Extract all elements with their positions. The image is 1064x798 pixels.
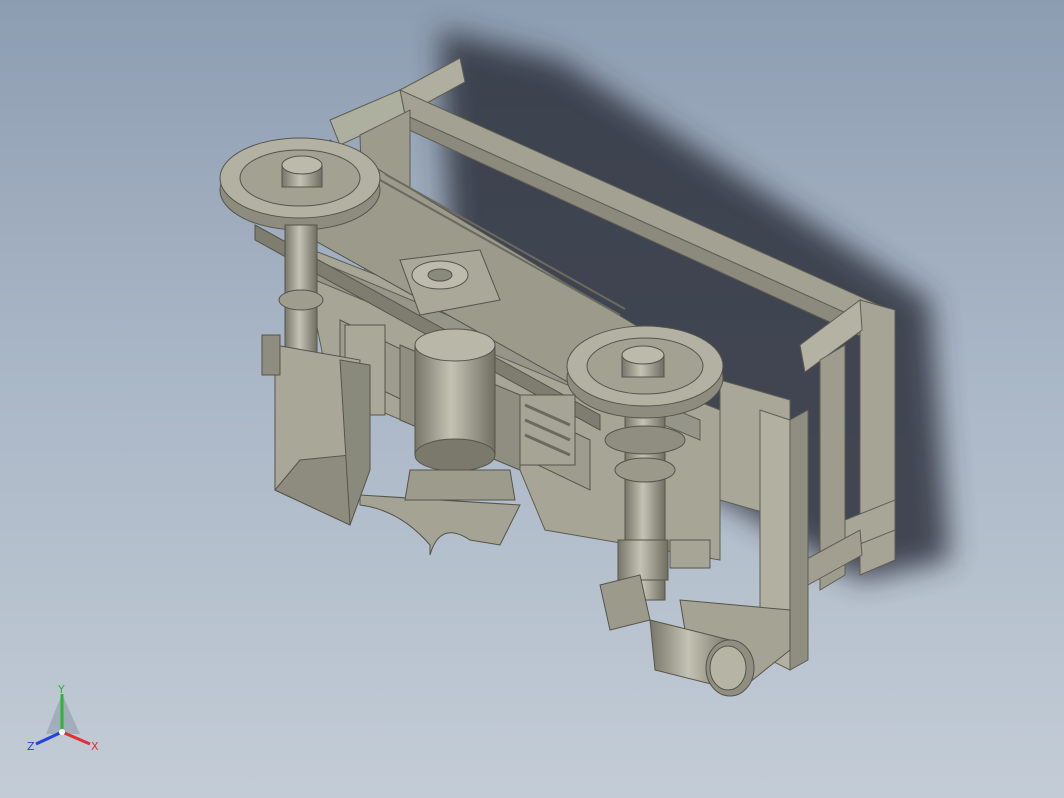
y-axis-label: Y [57, 684, 65, 696]
cad-model-scene[interactable] [0, 0, 1064, 798]
3d-viewport[interactable]: Y X Z [0, 0, 1064, 798]
x-axis-label: X [91, 740, 99, 753]
z-axis-label: Z [27, 740, 35, 753]
view-orientation-triad[interactable]: Y X Z [24, 684, 104, 754]
hopper [261, 334, 371, 526]
